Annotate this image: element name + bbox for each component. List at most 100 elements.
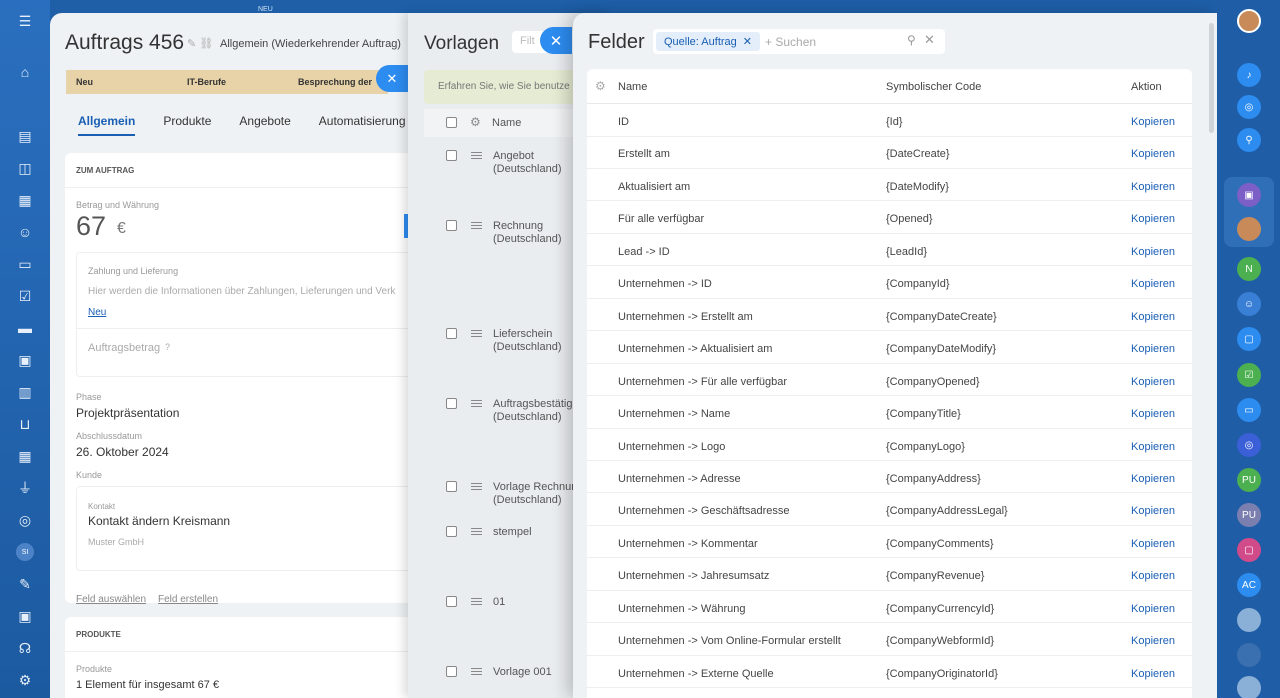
drag-handle-icon[interactable] bbox=[471, 222, 482, 229]
stage-it[interactable]: IT-Berufe bbox=[177, 70, 289, 94]
chat-avatar-3[interactable] bbox=[1237, 643, 1261, 667]
copy-link[interactable]: Kopieren bbox=[1131, 570, 1175, 582]
market-icon[interactable]: ▣ bbox=[15, 606, 35, 626]
sites-icon[interactable]: ▣ bbox=[15, 350, 35, 370]
close-fields-button[interactable]: ✕ bbox=[540, 27, 572, 54]
search-icon[interactable]: ⚲ bbox=[907, 33, 916, 47]
copy-link[interactable]: Kopieren bbox=[1131, 116, 1175, 128]
drag-handle-icon[interactable] bbox=[471, 528, 482, 535]
settings-icon[interactable]: ⚙ bbox=[15, 670, 35, 690]
chip-remove-icon[interactable]: ✕ bbox=[743, 36, 752, 48]
copy-link[interactable]: Kopieren bbox=[1131, 505, 1175, 517]
bell-icon[interactable]: ♪ bbox=[1237, 63, 1261, 87]
company-value[interactable]: Muster GmbH bbox=[88, 537, 144, 547]
template-checkbox[interactable] bbox=[446, 666, 457, 677]
chat-avatar-pu-2[interactable]: PU bbox=[1237, 503, 1261, 527]
documents-icon[interactable]: ▭ bbox=[15, 254, 35, 274]
select-all-checkbox[interactable] bbox=[446, 117, 457, 128]
template-name[interactable]: Lieferschein (Deutschland) bbox=[493, 328, 561, 354]
menu-icon[interactable]: ☰ bbox=[15, 11, 35, 31]
drag-handle-icon[interactable] bbox=[471, 598, 482, 605]
lock-chat-icon[interactable]: ▢ bbox=[1237, 327, 1261, 351]
crm-icon[interactable]: ▬ bbox=[15, 318, 35, 338]
clear-icon[interactable]: ✕ bbox=[924, 32, 935, 48]
copy-link[interactable]: Kopieren bbox=[1131, 635, 1175, 647]
select-field-link[interactable]: Feld auswählen bbox=[76, 594, 146, 605]
analytics-icon[interactable]: ▥ bbox=[15, 382, 35, 402]
user-avatar[interactable] bbox=[1237, 9, 1261, 33]
copilot-chat-icon[interactable]: ◎ bbox=[1237, 433, 1261, 457]
tasks-chat-icon[interactable]: ☑ bbox=[1237, 363, 1261, 387]
contact-value[interactable]: Kontakt ändern Kreismann bbox=[88, 514, 230, 528]
copy-link[interactable]: Kopieren bbox=[1131, 441, 1175, 453]
message-chat-icon[interactable]: ▭ bbox=[1237, 398, 1261, 422]
template-name[interactable]: Rechnung (Deutschland) bbox=[493, 220, 561, 246]
chat-avatar-pu-1[interactable]: PU bbox=[1237, 468, 1261, 492]
stage-new[interactable]: Neu bbox=[66, 70, 179, 94]
fields-search[interactable]: Quelle: Auftrag ✕ + Suchen ⚲ ✕ bbox=[653, 29, 945, 54]
support-icon[interactable]: ☊ bbox=[15, 638, 35, 658]
settings-gear-icon[interactable]: ⚙ bbox=[595, 79, 606, 93]
template-checkbox[interactable] bbox=[446, 328, 457, 339]
payment-new-link[interactable]: Neu bbox=[88, 307, 106, 318]
chat-avatar-4[interactable] bbox=[1237, 676, 1261, 698]
search-chat-icon[interactable]: ⚲ bbox=[1237, 128, 1261, 152]
template-checkbox[interactable] bbox=[446, 596, 457, 607]
drag-handle-icon[interactable] bbox=[471, 152, 482, 159]
copy-link[interactable]: Kopieren bbox=[1131, 246, 1175, 258]
tab-quotes[interactable]: Angebote bbox=[239, 114, 290, 136]
chat-avatar-2[interactable] bbox=[1237, 608, 1261, 632]
sign-icon[interactable]: ✎ bbox=[15, 574, 35, 594]
avatar-si[interactable]: SI bbox=[16, 543, 34, 561]
template-checkbox[interactable] bbox=[446, 481, 457, 492]
bot-icon[interactable]: ▣ bbox=[1237, 183, 1261, 207]
tab-products[interactable]: Produkte bbox=[163, 114, 211, 136]
lock-chat-icon-2[interactable]: ▢ bbox=[1237, 538, 1261, 562]
search-input[interactable]: + Suchen bbox=[765, 35, 816, 49]
copy-link[interactable]: Kopieren bbox=[1131, 343, 1175, 355]
template-name[interactable]: stempel bbox=[493, 526, 532, 539]
stage-meeting[interactable]: Besprechung der bbox=[288, 70, 388, 94]
template-name[interactable]: Vorlage 001 bbox=[493, 666, 552, 679]
create-field-link[interactable]: Feld erstellen bbox=[158, 594, 218, 605]
template-checkbox[interactable] bbox=[446, 398, 457, 409]
copy-link[interactable]: Kopieren bbox=[1131, 148, 1175, 160]
copy-link[interactable]: Kopieren bbox=[1131, 408, 1175, 420]
template-checkbox[interactable] bbox=[446, 220, 457, 231]
deal-category[interactable]: Allgemein (Wiederkehrender Auftrag) bbox=[220, 38, 401, 50]
copy-link[interactable]: Kopieren bbox=[1131, 213, 1175, 225]
template-name[interactable]: Vorlage Rechnun (Deutschland) bbox=[493, 481, 577, 507]
copilot-icon[interactable]: ◎ bbox=[1237, 95, 1261, 119]
tasks-icon[interactable]: ☑ bbox=[15, 286, 35, 306]
chat-icon[interactable]: ◫ bbox=[15, 158, 35, 178]
target-icon[interactable]: ◎ bbox=[15, 510, 35, 530]
copy-link[interactable]: Kopieren bbox=[1131, 603, 1175, 615]
contacts-icon[interactable]: ☺ bbox=[15, 222, 35, 242]
template-checkbox[interactable] bbox=[446, 150, 457, 161]
template-name[interactable]: Auftragsbestätig (Deutschland) bbox=[493, 398, 573, 424]
drag-handle-icon[interactable] bbox=[471, 668, 482, 675]
copy-link[interactable]: Kopieren bbox=[1131, 278, 1175, 290]
tab-general[interactable]: Allgemein bbox=[78, 114, 136, 136]
template-name[interactable]: Angebot (Deutschland) bbox=[493, 150, 561, 176]
scrollbar[interactable] bbox=[1209, 23, 1214, 133]
help-icon[interactable]: ? bbox=[165, 342, 170, 352]
booking-icon[interactable]: ▦ bbox=[15, 446, 35, 466]
feed-icon[interactable]: ▤ bbox=[15, 126, 35, 146]
home-icon[interactable]: ⌂ bbox=[15, 62, 35, 82]
copy-link[interactable]: Kopieren bbox=[1131, 538, 1175, 550]
copy-link[interactable]: Kopieren bbox=[1131, 473, 1175, 485]
copy-link[interactable]: Kopieren bbox=[1131, 668, 1175, 680]
tab-automation[interactable]: Automatisierung bbox=[319, 114, 406, 136]
copy-link[interactable]: Kopieren bbox=[1131, 376, 1175, 388]
funnel-icon[interactable]: ⏚ bbox=[15, 478, 35, 498]
chat-avatar-ac[interactable]: AC bbox=[1237, 573, 1261, 597]
edit-icon[interactable]: ✎ ⛓ bbox=[187, 37, 213, 50]
template-name[interactable]: 01 bbox=[493, 596, 505, 609]
close-templates-button[interactable]: ✕ bbox=[376, 65, 408, 92]
drag-handle-icon[interactable] bbox=[471, 483, 482, 490]
shop-icon[interactable]: ⊔ bbox=[15, 414, 35, 434]
gear-icon[interactable]: ⚙ bbox=[470, 115, 481, 129]
chat-avatar-n[interactable]: N bbox=[1237, 257, 1261, 281]
copy-link[interactable]: Kopieren bbox=[1131, 181, 1175, 193]
